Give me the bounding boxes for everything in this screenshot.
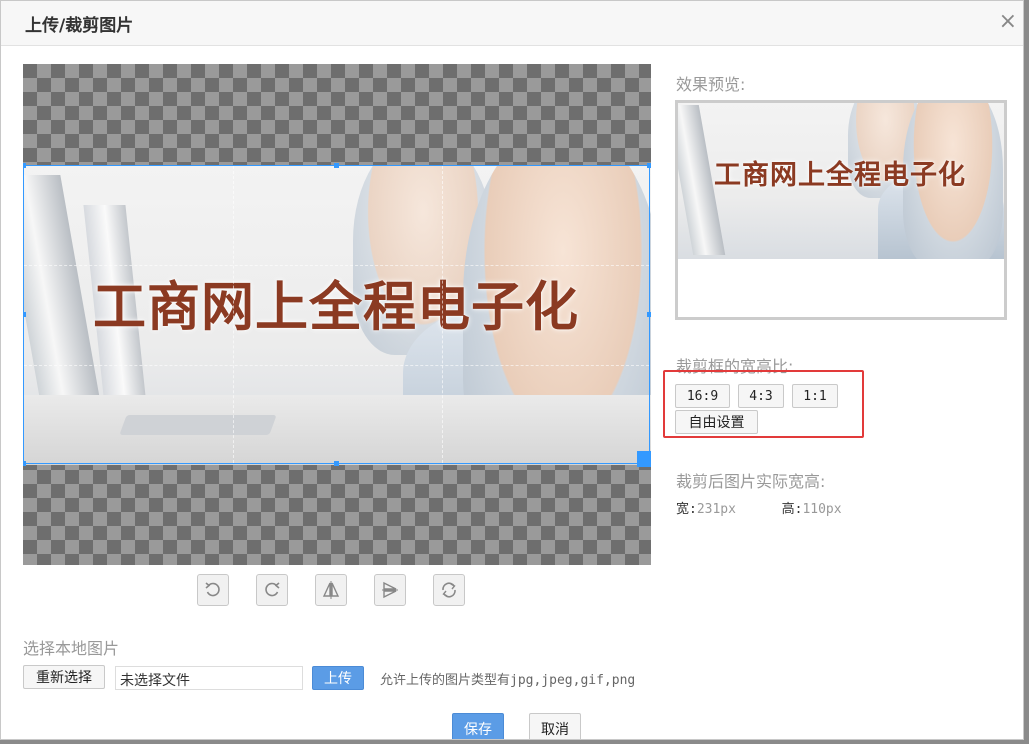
preview-banner-text: 工商网上全程电子化 xyxy=(714,160,966,191)
crop-dialog: 上传/裁剪图片 × 工商网上全程电子化 选择本地图片 重新选择 未选择文件 上传… xyxy=(0,0,1024,740)
ratio-free-button[interactable]: 自由设置 xyxy=(675,410,758,434)
file-type-hint: 允许上传的图片类型有jpg,jpeg,gif,png xyxy=(380,673,636,688)
width-label: 宽: xyxy=(676,502,697,517)
rotate-right-icon xyxy=(265,582,280,597)
crop-box[interactable] xyxy=(23,163,651,467)
dialog-title: 上传/裁剪图片 xyxy=(25,16,134,36)
dialog-titlebar: 上传/裁剪图片 × xyxy=(1,1,1023,46)
crop-canvas[interactable]: 工商网上全程电子化 xyxy=(23,64,651,565)
rotate-left-button[interactable] xyxy=(197,574,229,606)
reselect-button[interactable]: 重新选择 xyxy=(23,665,105,689)
ratio-1-1-button[interactable]: 1:1 xyxy=(792,384,838,408)
actual-size-label: 裁剪后图片实际宽高: xyxy=(676,472,826,491)
crop-handle[interactable] xyxy=(334,163,339,168)
flip-horizontal-icon xyxy=(322,581,340,599)
crop-handle[interactable] xyxy=(647,163,651,168)
upload-button[interactable]: 上传 xyxy=(312,666,364,690)
flip-horizontal-button[interactable] xyxy=(315,574,347,606)
width-value: 231px xyxy=(696,502,736,517)
save-button[interactable]: 保存 xyxy=(452,713,504,739)
ratio-16-9-button[interactable]: 16:9 xyxy=(675,384,730,408)
crop-handle[interactable] xyxy=(334,461,339,466)
cancel-button[interactable]: 取消 xyxy=(529,713,581,739)
file-input[interactable]: 未选择文件 xyxy=(115,666,303,690)
flip-vertical-icon xyxy=(382,581,398,599)
crop-handle[interactable] xyxy=(23,312,26,317)
height-value: 110px xyxy=(802,502,842,517)
crop-guide xyxy=(24,365,649,366)
reset-icon xyxy=(442,582,456,598)
actual-size-values: 宽:231px 高:110px xyxy=(676,498,842,517)
local-image-label: 选择本地图片 xyxy=(23,639,120,658)
reset-button[interactable] xyxy=(433,574,465,606)
close-icon[interactable]: × xyxy=(999,10,1017,34)
crop-resize-handle[interactable] xyxy=(637,451,651,467)
crop-handle[interactable] xyxy=(647,312,651,317)
preview-image: 工商网上全程电子化 xyxy=(678,103,1004,259)
crop-handle[interactable] xyxy=(23,461,26,466)
crop-handle[interactable] xyxy=(23,163,26,168)
crop-guide xyxy=(233,166,234,463)
crop-guide xyxy=(24,265,649,266)
preview-frame: 工商网上全程电子化 xyxy=(675,100,1007,320)
rotate-right-button[interactable] xyxy=(256,574,288,606)
crop-guide xyxy=(442,166,443,463)
rotate-left-icon xyxy=(205,582,220,597)
flip-vertical-button[interactable] xyxy=(374,574,406,606)
preview-label: 效果预览: xyxy=(676,75,746,94)
ratio-4-3-button[interactable]: 4:3 xyxy=(738,384,784,408)
height-label: 高: xyxy=(781,502,803,517)
